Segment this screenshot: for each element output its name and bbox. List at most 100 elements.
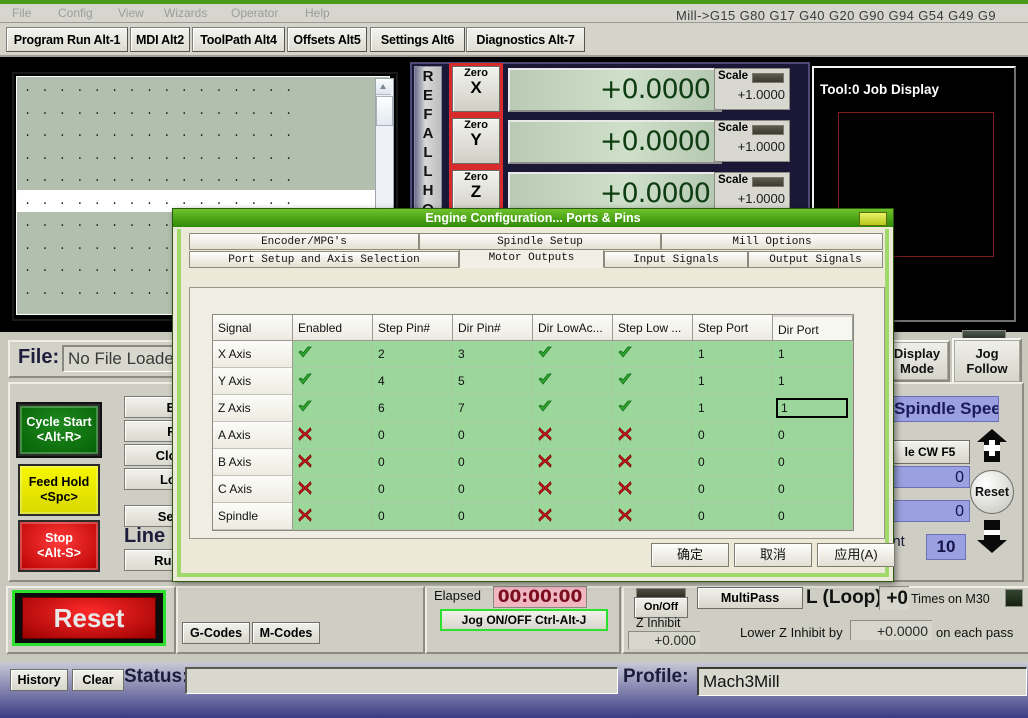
button-m-codes[interactable]: M-Codes xyxy=(252,622,320,644)
cell-dir-lowactive[interactable] xyxy=(533,368,613,395)
dialog-tab-mill-options[interactable]: Mill Options xyxy=(661,233,883,250)
cell-step-pin[interactable]: 0 xyxy=(373,476,453,503)
gcode-line[interactable]: . . . . . . . . . . . . . . . . xyxy=(17,167,389,190)
dialog-tab-spindle-setup[interactable]: Spindle Setup xyxy=(419,233,661,250)
cell-step-lowactive[interactable] xyxy=(613,476,693,503)
tab-toolpath-alt4[interactable]: ToolPath Alt4 xyxy=(192,27,285,52)
cell-enabled[interactable] xyxy=(293,422,373,449)
cell-step-pin[interactable]: 0 xyxy=(373,449,453,476)
cell-step-port[interactable]: 1 xyxy=(693,395,773,422)
tab-offsets-alt5[interactable]: Offsets Alt5 xyxy=(287,27,367,52)
cell-dir-port[interactable]: 0 xyxy=(773,503,853,530)
grid-header-step-pin-[interactable]: Step Pin# xyxy=(373,315,453,341)
dro-x[interactable]: +0.0000 xyxy=(508,68,722,112)
gcode-line[interactable]: . . . . . . . . . . . . . . . . xyxy=(17,145,389,168)
zero-y-button[interactable]: ZeroY xyxy=(452,118,500,164)
feed-hold-button[interactable]: Feed Hold <Spc> xyxy=(18,464,100,516)
minimize-icon[interactable] xyxy=(859,212,887,226)
scrollbar-thumb[interactable] xyxy=(376,96,393,126)
cell-step-pin[interactable]: 2 xyxy=(373,341,453,368)
dro-y[interactable]: +0.0000 xyxy=(508,120,722,164)
cell-dir-lowactive[interactable] xyxy=(533,341,613,368)
cell-dir-lowactive[interactable] xyxy=(533,476,613,503)
menu-item-file[interactable]: File xyxy=(6,5,37,21)
cell-step-pin[interactable]: 0 xyxy=(373,422,453,449)
spindle-percent-value[interactable]: 10 xyxy=(926,534,966,560)
cell-step-pin[interactable]: 6 xyxy=(373,395,453,422)
cell-step-lowactive[interactable] xyxy=(613,341,693,368)
scroll-up-arrow-icon[interactable] xyxy=(376,79,391,95)
cell-step-port[interactable]: 0 xyxy=(693,422,773,449)
gcode-line[interactable]: . . . . . . . . . . . . . . . . xyxy=(17,100,389,123)
ref-all-home-button[interactable]: REFALLHOME xyxy=(414,66,442,220)
jog-onoff-button[interactable]: Jog ON/OFF Ctrl-Alt-J xyxy=(440,609,608,631)
grid-header-step-port[interactable]: Step Port xyxy=(693,315,773,341)
motor-outputs-grid[interactable]: SignalEnabledStep Pin#Dir Pin#Dir LowAc.… xyxy=(212,314,854,531)
table-row[interactable]: Spindle0000 xyxy=(213,503,853,530)
table-row[interactable]: C Axis0000 xyxy=(213,476,853,503)
cell-dir-pin[interactable]: 0 xyxy=(453,503,533,530)
cell-step-pin[interactable]: 0 xyxy=(373,503,453,530)
tab-mdi-alt2[interactable]: MDI Alt2 xyxy=(130,27,190,52)
cell-signal[interactable]: Spindle xyxy=(213,503,293,530)
scale-value[interactable]: +1.0000 xyxy=(715,188,789,210)
cell-step-lowactive[interactable] xyxy=(613,449,693,476)
table-row[interactable]: B Axis0000 xyxy=(213,449,853,476)
menu-item-view[interactable]: View xyxy=(112,5,150,21)
cell-dir-port[interactable]: 1 xyxy=(773,341,853,368)
stop-button[interactable]: Stop <Alt-S> xyxy=(18,520,100,572)
cell-step-port[interactable]: 0 xyxy=(693,503,773,530)
cell-dir-pin[interactable]: 7 xyxy=(453,395,533,422)
dialog-tab-port-setup-and-axis-selection[interactable]: Port Setup and Axis Selection xyxy=(189,251,459,268)
multipass-button[interactable]: MultiPass xyxy=(697,587,803,609)
cell-enabled[interactable] xyxy=(293,476,373,503)
cell-signal[interactable]: B Axis xyxy=(213,449,293,476)
cell-step-pin[interactable]: 4 xyxy=(373,368,453,395)
profile-value-field[interactable]: Mach3Mill xyxy=(697,667,1027,696)
menu-item-config[interactable]: Config xyxy=(52,5,99,21)
dialog-tab-input-signals[interactable]: Input Signals xyxy=(604,251,748,268)
grid-header-dir-pin-[interactable]: Dir Pin# xyxy=(453,315,533,341)
multipass-onoff-button[interactable]: On/Off xyxy=(634,597,688,618)
spindle-value-1[interactable]: 0 xyxy=(884,466,970,488)
cell-dir-lowactive[interactable] xyxy=(533,503,613,530)
cell-dir-pin[interactable]: 0 xyxy=(453,422,533,449)
history-button[interactable]: History xyxy=(10,669,68,691)
tab-diagnostics-alt-7[interactable]: Diagnostics Alt-7 xyxy=(466,27,585,52)
tab-settings-alt6[interactable]: Settings Alt6 xyxy=(370,27,465,52)
cell-dir-pin[interactable]: 3 xyxy=(453,341,533,368)
scale-value[interactable]: +1.0000 xyxy=(715,136,789,158)
cell-dir-port[interactable]: 1 xyxy=(773,368,853,395)
cell-step-port[interactable]: 1 xyxy=(693,368,773,395)
table-row[interactable]: A Axis0000 xyxy=(213,422,853,449)
scale-value[interactable]: +1.0000 xyxy=(715,84,789,106)
button-g-codes[interactable]: G-Codes xyxy=(182,622,250,644)
cell-dir-pin[interactable]: 0 xyxy=(453,476,533,503)
dialog-tab-encoder-mpg-s[interactable]: Encoder/MPG's xyxy=(189,233,419,250)
cell-dir-pin[interactable]: 0 xyxy=(453,449,533,476)
dialog-tab-motor-outputs[interactable]: Motor Outputs xyxy=(459,249,604,268)
ok-button[interactable]: 确定 xyxy=(651,543,729,567)
reset-button[interactable]: Reset xyxy=(12,590,166,646)
cell-dir-lowactive[interactable] xyxy=(533,422,613,449)
cell-step-lowactive[interactable] xyxy=(613,368,693,395)
table-row[interactable]: Y Axis 45 11 xyxy=(213,368,853,395)
clear-button[interactable]: Clear xyxy=(72,669,124,691)
z-inhibit-value[interactable]: +0.000 xyxy=(628,631,700,649)
cell-step-port[interactable]: 0 xyxy=(693,476,773,503)
cell-enabled[interactable] xyxy=(293,341,373,368)
cell-dir-pin[interactable]: 5 xyxy=(453,368,533,395)
cell-dir-port[interactable]: 1 xyxy=(773,395,853,422)
grid-header-step-low-[interactable]: Step Low ... xyxy=(613,315,693,341)
cell-enabled[interactable] xyxy=(293,449,373,476)
cell-step-lowactive[interactable] xyxy=(613,422,693,449)
spindle-increase-button[interactable] xyxy=(974,428,1010,464)
cell-signal[interactable]: X Axis xyxy=(213,341,293,368)
loop-value[interactable]: +0 xyxy=(879,586,909,610)
cell-signal[interactable]: Y Axis xyxy=(213,368,293,395)
cell-step-lowactive[interactable] xyxy=(613,503,693,530)
gcode-line[interactable]: . . . . . . . . . . . . . . . . xyxy=(17,122,389,145)
cell-dir-lowactive[interactable] xyxy=(533,395,613,422)
status-value-field[interactable] xyxy=(185,667,618,694)
cell-step-port[interactable]: 0 xyxy=(693,449,773,476)
